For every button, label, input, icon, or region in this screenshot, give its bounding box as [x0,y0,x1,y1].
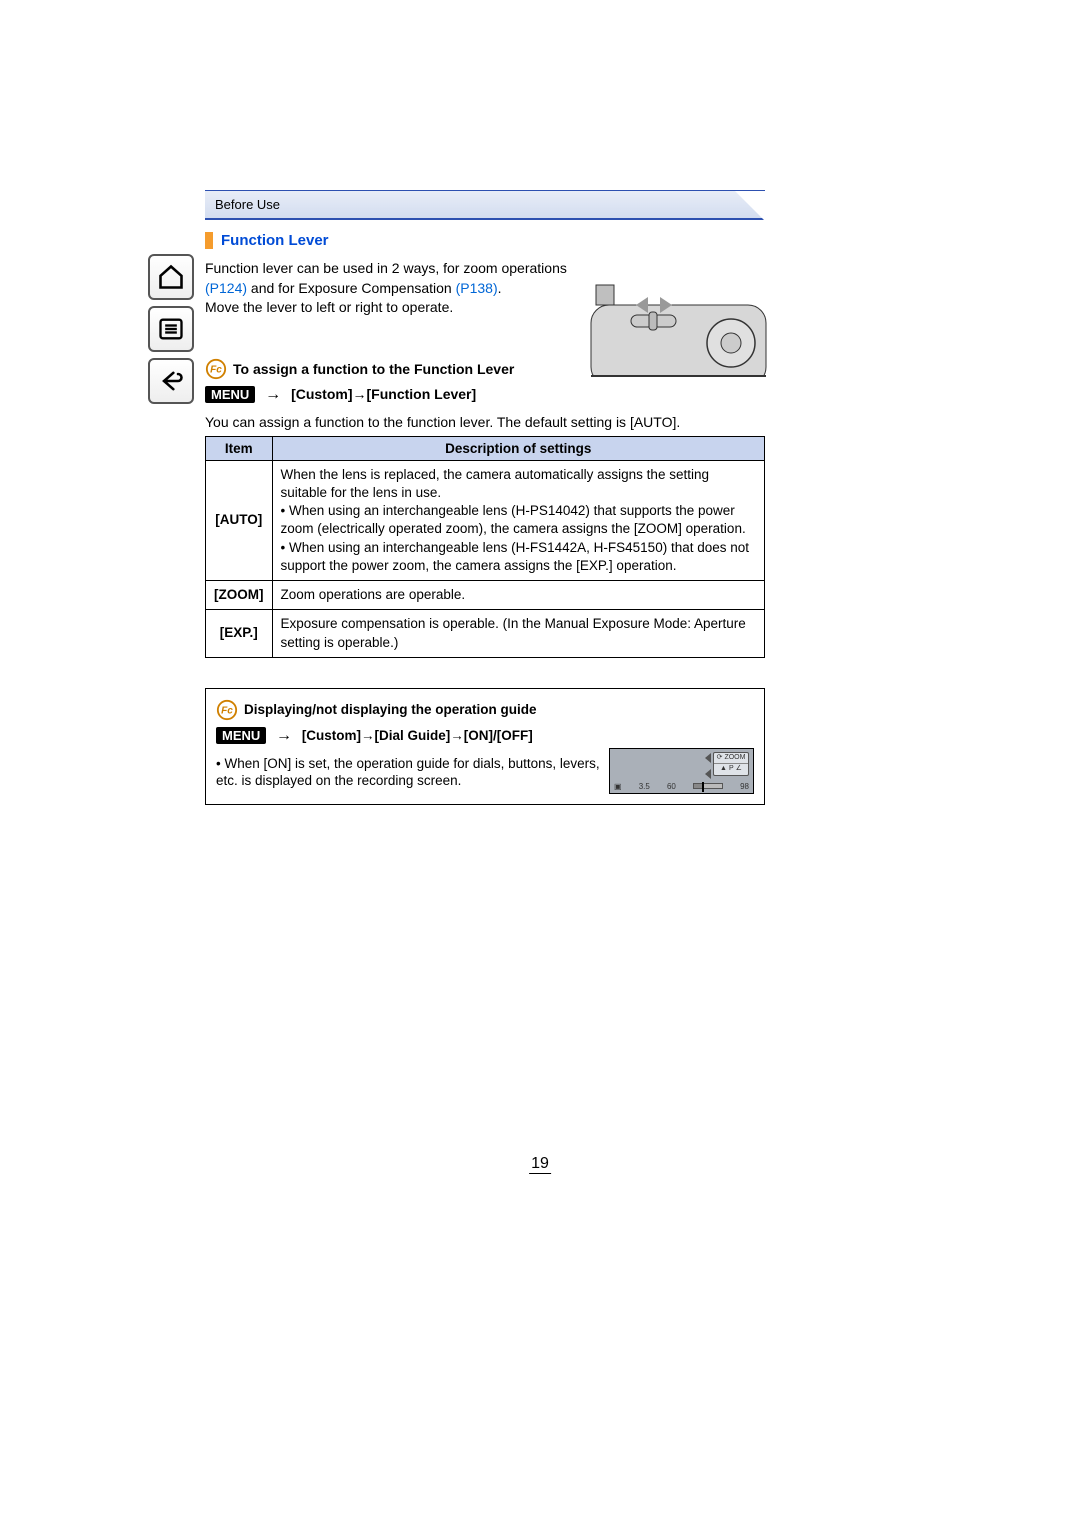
pz-label: P [729,765,734,773]
cell-item-exp: [EXP.] [206,610,273,657]
svg-text:Fc: Fc [221,705,233,716]
back-arrow-icon [157,367,185,395]
home-button[interactable] [148,254,194,300]
intro-line2: Move the lever to left or right to opera… [205,299,453,315]
timer-dot-icon: ⟳ [717,754,723,762]
table-row: [EXP.] Exposure compensation is operable… [206,610,765,657]
screen-dial-badge: ⟳ ZOOM ▲ P ∠ [713,752,749,776]
screen-left-icon: ▣ [614,782,622,791]
bracket-arrows-icon [705,753,711,763]
fc-icon: Fc [205,358,227,380]
screen-right: 98 [740,782,749,791]
cell-desc-zoom: Zoom operations are operable. [272,581,765,610]
screen-aperture: 3.5 [639,782,650,791]
arrow-icon: → [270,727,298,745]
intro-paragraph: Function lever can be used in 2 ways, fo… [205,259,575,318]
intro-mid: and for Exposure Compensation [251,280,456,296]
screen-shutter: 60 [667,782,676,791]
cell-item-zoom: [ZOOM] [206,581,273,610]
contents-button[interactable] [148,306,194,352]
th-item: Item [206,436,273,460]
guide-note: • When [ON] is set, the operation guide … [216,755,606,790]
breadcrumb: Before Use [205,190,765,218]
assign-desc: You can assign a function to the functio… [205,414,765,430]
breadcrumb-text: Before Use [215,197,280,212]
sidebar-nav [148,254,196,410]
fc-icon: Fc [216,699,238,721]
camera-illustration [586,275,771,395]
pencil-icon: ∠ [736,765,742,773]
section-title: Function Lever [205,232,765,249]
svg-text:Fc: Fc [210,364,222,375]
page-ref-p124[interactable]: (P124) [205,280,247,296]
table-header-row: Item Description of settings [206,436,765,460]
table-row: [ZOOM] Zoom operations are operable. [206,581,765,610]
cell-item-auto: [AUTO] [206,460,273,580]
menu-chip: MENU [216,727,266,744]
arrow-icon: → [259,386,287,404]
cell-desc-auto: When the lens is replaced, the camera au… [272,460,765,580]
zoom-label: ZOOM [724,754,745,762]
assign-title: To assign a function to the Function Lev… [233,361,514,377]
separator [205,218,765,220]
page-ref-p138[interactable]: (P138) [456,280,498,296]
menu-chip: MENU [205,386,255,403]
page-number: 19 [529,1155,551,1174]
home-icon [157,263,185,291]
guide-heading: Fc Displaying/not displaying the operati… [216,699,754,721]
cell-desc-exp: Exposure compensation is operable. (In t… [272,610,765,657]
intro-line1a: Function lever can be used in 2 ways, fo… [205,260,567,276]
exposure-slider-icon [693,783,723,789]
th-desc: Description of settings [272,436,765,460]
table-row: [AUTO] When the lens is replaced, the ca… [206,460,765,580]
list-icon [157,315,185,343]
guide-title: Displaying/not displaying the operation … [244,702,537,717]
up-triangle-icon: ▲ [720,765,727,773]
guide-menu-path: MENU → [Custom]→[Dial Guide]→[ON]/[OFF] [216,727,754,745]
screen-preview: ⟳ ZOOM ▲ P ∠ ▣ 3.5 60 98 [609,748,754,794]
settings-table: Item Description of settings [AUTO] When… [205,436,765,658]
dial-guide-box: Fc Displaying/not displaying the operati… [205,688,765,805]
guide-path: [Custom]→[Dial Guide]→[ON]/[OFF] [302,728,533,743]
page-content: Before Use Function Lever Function lever… [205,190,765,805]
back-button[interactable] [148,358,194,404]
assign-path: [Custom]→[Function Lever] [291,386,476,402]
